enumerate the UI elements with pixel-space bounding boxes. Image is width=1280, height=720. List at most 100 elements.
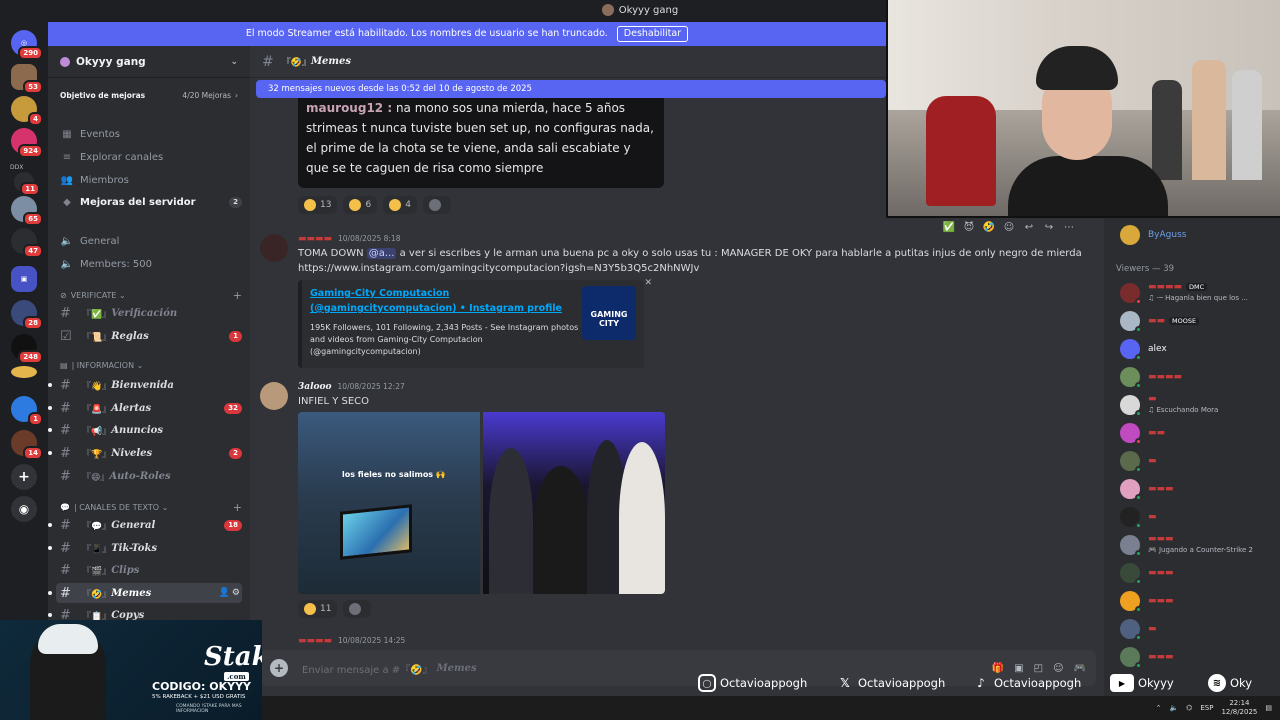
member-item[interactable]: ▬	[1120, 504, 1280, 530]
server-icon[interactable]: 28	[11, 300, 43, 330]
channel-anuncios[interactable]: # 『📢』 Anuncios	[48, 420, 242, 440]
sidebar-item-events[interactable]: ▦ Eventos	[56, 124, 242, 144]
add-reaction-icon[interactable]: ☺	[1002, 222, 1016, 233]
reaction-grimace[interactable]: 4	[383, 196, 417, 214]
author-name-hidden[interactable]: ▬▬▬▬	[298, 234, 332, 244]
attachment-image[interactable]: los fieles no salimos 🙌	[298, 412, 480, 594]
member-item[interactable]: ▬▬ MOOSE	[1120, 308, 1280, 334]
server-icon[interactable]: 4	[11, 96, 43, 126]
server-okyyy-gang[interactable]: 53	[11, 64, 43, 94]
forward-icon[interactable]: ↪	[1042, 222, 1056, 233]
social-handle: Okyyy	[1138, 676, 1174, 690]
discover-icon[interactable]: ◉	[11, 496, 37, 522]
member-item[interactable]: ▬▬▬▬	[1120, 364, 1280, 390]
voice-channel-members[interactable]: 🔈 Members: 500	[56, 254, 242, 274]
member-item[interactable]: ▬ ♫ Escuchando Mora	[1120, 392, 1280, 418]
message-composer[interactable]: + Enviar mensaje a #『🤣』 Memes 🎁 ▣ ◰ ☺ 🎮	[260, 650, 1096, 686]
add-reaction-button[interactable]	[422, 196, 451, 214]
network-icon[interactable]: ⌬	[1186, 704, 1192, 712]
server-icon[interactable]: 65	[11, 196, 43, 226]
member-item[interactable]: ▬▬	[1120, 420, 1280, 446]
sidebar-item-boosts[interactable]: ◆ Mejoras del servidor 2	[56, 192, 242, 212]
channel-alertas[interactable]: # 『🚨』 Alertas 32	[48, 398, 242, 418]
author-name-hidden[interactable]: ▬▬▬▬	[298, 636, 332, 646]
voice-channel-general[interactable]: 🔈 General	[56, 231, 242, 251]
reaction-laugh[interactable]: 13	[298, 196, 338, 214]
server-icon[interactable]: 11	[14, 172, 40, 196]
channel-clips[interactable]: # 『🎬』 Clips	[56, 560, 242, 580]
chevron-up-icon[interactable]: ⌃	[1156, 704, 1162, 712]
member-item[interactable]: alex	[1120, 336, 1280, 362]
category-canales-de-texto[interactable]: 💬 | CANALES DE TEXTO ⌄ +	[60, 501, 242, 514]
add-reaction-button[interactable]	[343, 600, 372, 618]
disable-streamer-button[interactable]: Deshabilitar	[616, 26, 689, 42]
timestamp: 10/08/2025 8:18	[338, 234, 401, 243]
server-icon[interactable]: 1	[11, 396, 43, 426]
member-item[interactable]: ▬▬▬	[1120, 588, 1280, 614]
server-icon[interactable]: 47	[11, 228, 43, 258]
sidebar-item-label: General	[80, 235, 120, 247]
channel-verificacion[interactable]: # 『✅』 Verificación	[56, 303, 242, 323]
server-rail: ◎ 290 53 4 924 DDX 11 65 47 ▣ 28 248 1 14…	[0, 22, 48, 620]
more-icon[interactable]: ⋯	[1062, 222, 1076, 233]
mention[interactable]: @a...	[366, 248, 397, 259]
member-item[interactable]: ByAguss	[1120, 222, 1280, 248]
member-item[interactable]: ▬▬▬	[1120, 560, 1280, 586]
sidebar-item-browse[interactable]: ≡ Explorar canales	[56, 147, 242, 167]
member-item[interactable]: ▬▬▬▬ DMC ♫ ·─ Hagan​la bien que los ...	[1120, 280, 1280, 306]
add-server-icon[interactable]: +	[11, 464, 37, 490]
new-messages-bar[interactable]: 32 mensajes nuevos desde las 0:52 del 10…	[256, 80, 886, 98]
embed-title[interactable]: Gaming-City Computacion (@gamingcitycomp…	[310, 286, 572, 316]
member-item[interactable]: ▬▬▬ 🎮 Jugando a Counter-Strike 2	[1120, 532, 1280, 558]
channel-copys[interactable]: # 『📋』 Copys	[48, 605, 242, 620]
hash-icon: #	[60, 562, 71, 578]
server-header[interactable]: Okyyy gang ⌄	[48, 46, 250, 78]
embed-thumbnail[interactable]: GAMING CITY	[582, 286, 636, 340]
notifications-icon[interactable]: ▤	[1265, 704, 1272, 712]
message-link[interactable]: https://www.instagram.com/gamingcitycomp…	[298, 263, 699, 274]
reaction-laugh[interactable]: 11	[298, 600, 338, 618]
channel-prefix: 『📢』	[82, 426, 112, 437]
channel-bienvenida[interactable]: # 『👋』 Bienvenida	[48, 375, 242, 395]
server-icon[interactable]	[11, 366, 37, 378]
unread-dot	[48, 613, 52, 617]
channel-auto-roles[interactable]: # 『😄』 Auto-Roles	[56, 466, 242, 486]
channel-tik-toks[interactable]: # 『📱』 Tik-Toks	[48, 538, 242, 558]
add-channel-icon[interactable]: +	[233, 289, 242, 302]
server-icon[interactable]: 924	[11, 128, 43, 158]
member-item[interactable]: ▬	[1120, 616, 1280, 642]
server-icon[interactable]: 248	[11, 334, 43, 364]
attach-plus-icon[interactable]: +	[270, 659, 288, 677]
member-item[interactable]: ▬	[1120, 448, 1280, 474]
reaction-point[interactable]: 6	[343, 196, 378, 214]
check-emoji-icon[interactable]: ✅	[942, 222, 956, 233]
member-item[interactable]: ▬▬▬	[1120, 476, 1280, 502]
direct-messages-icon[interactable]: ◎ 290	[11, 30, 43, 60]
channel-settings-icon[interactable]: 👤⚙	[219, 588, 242, 598]
volume-icon[interactable]: 🔈	[1170, 704, 1179, 712]
server-icon[interactable]: 14	[11, 430, 43, 460]
folder-icon[interactable]: ▣	[11, 266, 37, 292]
clock[interactable]: 22:14 12/8/2025	[1221, 699, 1257, 717]
channel-reglas[interactable]: ☑ 『📜』 Reglas 1	[56, 326, 242, 346]
category-verificate[interactable]: ⊘ VERIFICATE ⌄ +	[60, 289, 242, 302]
close-icon[interactable]: ✕	[644, 278, 652, 288]
author-name[interactable]: 3alooo	[298, 382, 332, 392]
sidebar-item-members[interactable]: 👥 Miembros	[56, 170, 242, 190]
emoji-icon[interactable]: 🤣	[982, 222, 996, 233]
member-tag: MOOSE	[1169, 316, 1200, 325]
category-informacion[interactable]: ▤ | INFORMACION ⌄	[60, 361, 242, 370]
channel-general[interactable]: # 『💬』 General 18	[48, 515, 242, 535]
emoji-icon[interactable]: 😈	[962, 222, 976, 233]
hash-icon: #	[60, 422, 71, 438]
member-item[interactable]: ▬▬▬	[1120, 644, 1280, 670]
channel-niveles[interactable]: # 『🏆』 Niveles 2	[48, 443, 242, 463]
attachment-image[interactable]	[483, 412, 665, 594]
avatar[interactable]	[260, 234, 288, 262]
reply-icon[interactable]: ↩	[1022, 222, 1036, 233]
add-channel-icon[interactable]: +	[233, 501, 242, 514]
avatar[interactable]	[260, 382, 288, 410]
boost-goal[interactable]: Objetivo de mejoras 4/20 Mejoras ›	[56, 84, 242, 106]
channel-memes[interactable]: # 『🤣』 Memes 👤⚙	[48, 583, 242, 603]
keyboard-language[interactable]: ESP	[1200, 704, 1213, 712]
